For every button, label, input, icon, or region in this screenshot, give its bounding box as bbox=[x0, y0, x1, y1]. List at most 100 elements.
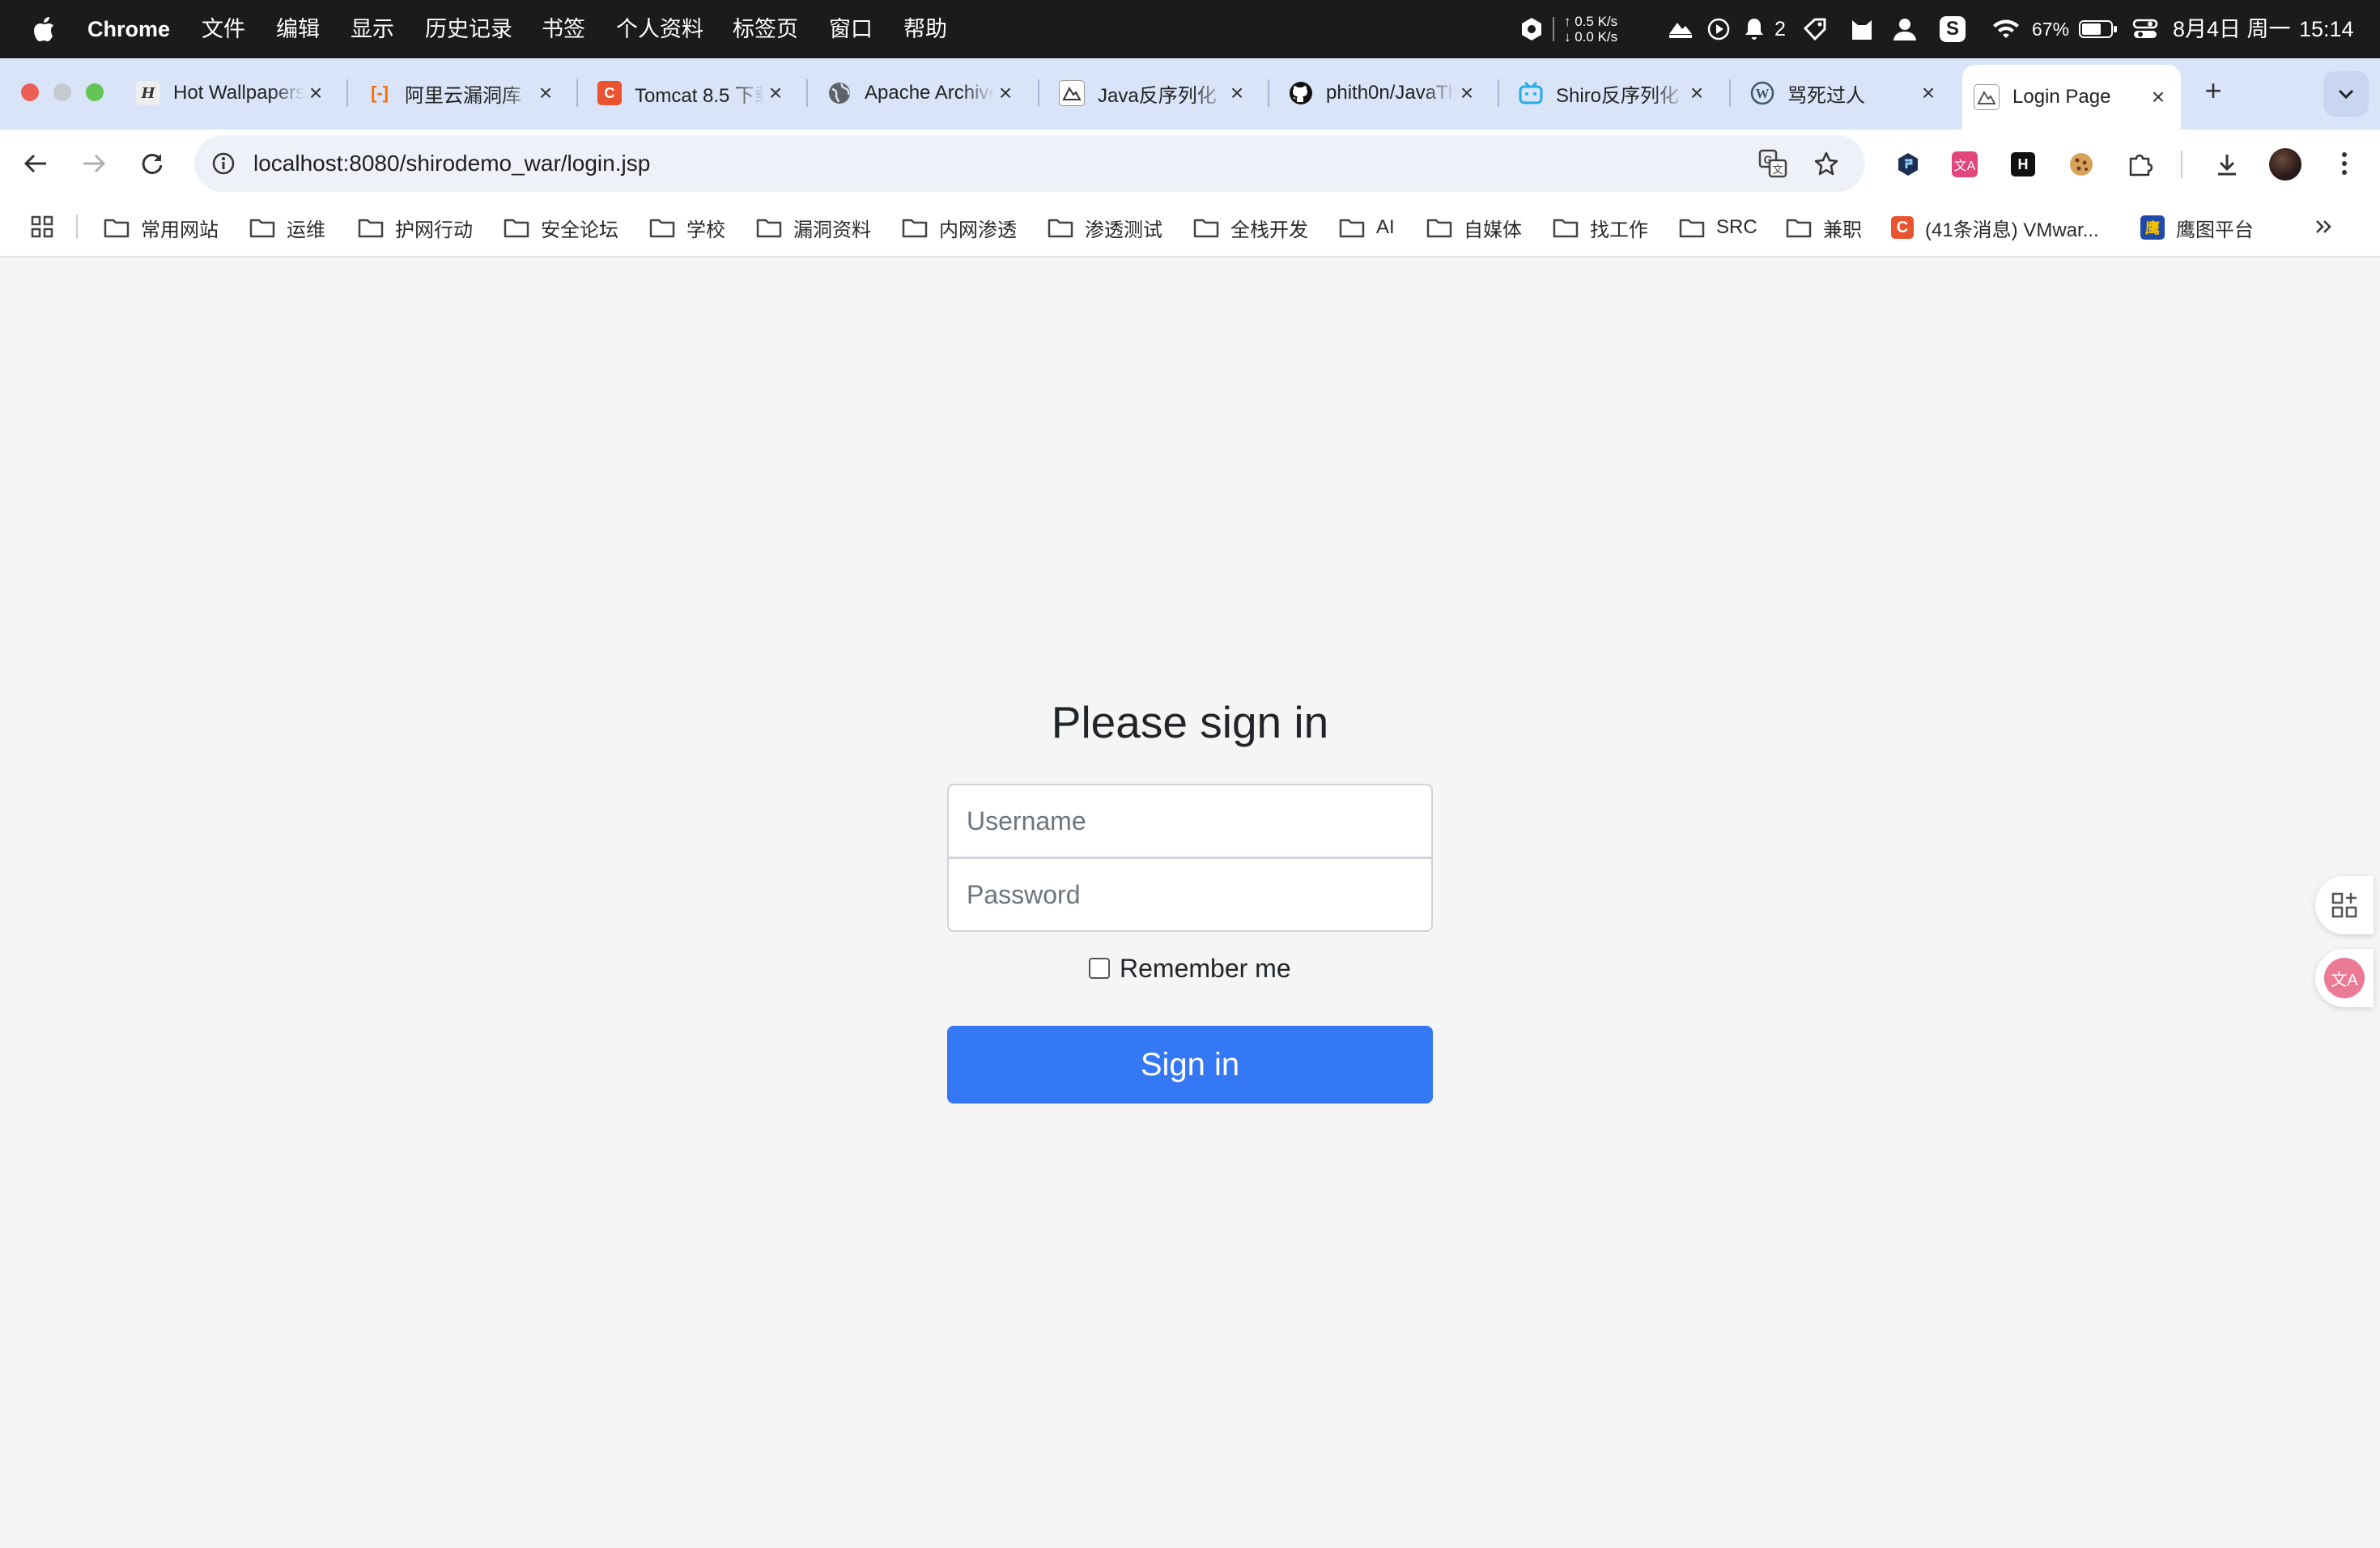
new-tab-plus-icon[interactable]: + bbox=[2197, 74, 2229, 107]
extension-hex-icon[interactable] bbox=[1893, 149, 1923, 180]
page-icon bbox=[1974, 84, 2000, 110]
profile-avatar[interactable] bbox=[2268, 147, 2302, 181]
tab-close-icon[interactable]: × bbox=[534, 80, 557, 106]
remember-me-label[interactable]: Remember me bbox=[1120, 954, 1291, 984]
hexagon-status-icon[interactable] bbox=[1520, 0, 1543, 58]
bookmark-link[interactable]: C (41条消息) VMwar... bbox=[1891, 209, 2099, 246]
tab-close-icon[interactable]: × bbox=[304, 80, 327, 106]
app-menu-chrome[interactable]: Chrome bbox=[87, 0, 170, 58]
wordpress-icon: W bbox=[1750, 81, 1774, 105]
tab-aliyun-vuln[interactable]: [-] 阿里云漏洞库 × bbox=[356, 66, 568, 120]
apps-grid-icon[interactable] bbox=[28, 212, 57, 241]
side-translate-icon[interactable]: 文A bbox=[2315, 949, 2374, 1007]
tab-tomcat[interactable]: C Tomcat 8.5 下载 × bbox=[586, 66, 798, 120]
tag-status-icon[interactable] bbox=[1802, 0, 1828, 58]
bookmark-folder[interactable]: 漏洞资料 bbox=[756, 209, 871, 246]
menu-profiles[interactable]: 个人资料 bbox=[616, 0, 703, 58]
tab-shiro-bilibili[interactable]: Shiro反序列化 × bbox=[1507, 66, 1719, 120]
tab-close-icon[interactable]: × bbox=[1917, 80, 1940, 106]
tab-close-icon[interactable]: × bbox=[1685, 80, 1708, 106]
forward-arrow-icon[interactable] bbox=[76, 147, 112, 180]
more-menu-icon[interactable] bbox=[2328, 147, 2361, 180]
bell-icon[interactable] bbox=[1744, 0, 1765, 58]
download-icon[interactable] bbox=[2212, 149, 2242, 180]
bookmark-folder[interactable]: 渗透测试 bbox=[1048, 209, 1162, 246]
menu-window[interactable]: 窗口 bbox=[829, 0, 873, 58]
bookmark-folder[interactable]: SRC bbox=[1679, 209, 1757, 246]
bookmark-folder[interactable]: 安全论坛 bbox=[504, 209, 618, 246]
time-label[interactable]: 15:14 bbox=[2299, 0, 2354, 58]
menu-help[interactable]: 帮助 bbox=[903, 0, 947, 58]
menu-view[interactable]: 显示 bbox=[351, 0, 394, 58]
site-info-icon[interactable] bbox=[207, 147, 240, 180]
date-label[interactable]: 8月4日 周一 bbox=[2173, 0, 2291, 58]
bookmark-folder[interactable]: 运维 bbox=[249, 209, 325, 246]
bookmark-link[interactable]: 鹰鹰图平台 bbox=[2140, 209, 2254, 246]
tab-login-page[interactable]: Login Page × bbox=[1962, 65, 2181, 130]
url-text[interactable]: localhost:8080/shirodemo_war/login.jsp bbox=[253, 146, 650, 181]
s-app-icon[interactable]: S bbox=[1940, 0, 1966, 58]
battery-icon[interactable] bbox=[2079, 0, 2118, 58]
tab-close-icon[interactable]: × bbox=[2147, 84, 2170, 110]
menu-file[interactable]: 文件 bbox=[202, 0, 245, 58]
extension-translate-icon[interactable]: 文A bbox=[1949, 149, 1980, 180]
bookmark-folder[interactable]: 兼职 bbox=[1786, 209, 1862, 246]
tab-close-icon[interactable]: × bbox=[764, 80, 787, 106]
menu-history[interactable]: 历史记录 bbox=[425, 0, 512, 58]
tab-search-chevron-icon[interactable] bbox=[2323, 71, 2369, 117]
folder-icon bbox=[1426, 219, 1452, 238]
bookmark-folder[interactable]: 常用网站 bbox=[104, 209, 219, 246]
menu-bookmarks[interactable]: 书签 bbox=[542, 0, 585, 58]
extension-cookie-icon[interactable] bbox=[2066, 149, 2097, 180]
window-minimize-button[interactable] bbox=[53, 83, 71, 101]
bookmark-folder[interactable]: 内网渗透 bbox=[902, 209, 1017, 246]
cloud-status-icon[interactable] bbox=[1666, 0, 1695, 58]
tab-separator bbox=[346, 79, 348, 107]
bookmark-label: 渗透测试 bbox=[1085, 219, 1162, 241]
reload-icon[interactable] bbox=[134, 147, 170, 180]
bookmark-folder[interactable]: 学校 bbox=[649, 209, 725, 246]
remember-me-row[interactable]: Remember me bbox=[1089, 951, 1291, 985]
bookmark-folder[interactable]: 自媒体 bbox=[1426, 209, 1522, 246]
bookmark-star-icon[interactable] bbox=[1810, 147, 1842, 180]
password-input[interactable] bbox=[947, 857, 1433, 932]
bookmark-label: 内网渗透 bbox=[939, 219, 1017, 241]
menu-tab[interactable]: 标签页 bbox=[733, 0, 798, 58]
tab-apache-archive[interactable]: Apache Archive × bbox=[816, 66, 1028, 120]
bookmark-folder[interactable]: 护网行动 bbox=[358, 209, 473, 246]
extension-h-icon[interactable]: H bbox=[2008, 149, 2038, 180]
bookmarks-overflow-icon[interactable] bbox=[2309, 212, 2338, 241]
svg-text:W: W bbox=[1756, 86, 1770, 101]
wifi-icon[interactable] bbox=[1991, 0, 2021, 58]
cat-status-icon[interactable] bbox=[1851, 0, 1873, 58]
user-status-icon[interactable] bbox=[1891, 0, 1919, 58]
back-arrow-icon[interactable] bbox=[18, 147, 53, 180]
bookmark-label: 鹰图平台 bbox=[2176, 219, 2254, 241]
sign-in-button[interactable]: Sign in bbox=[947, 1026, 1433, 1104]
bookmark-folder[interactable]: 全栈开发 bbox=[1193, 209, 1308, 246]
tab-close-icon[interactable]: × bbox=[1456, 80, 1478, 106]
window-zoom-button[interactable] bbox=[86, 83, 104, 101]
control-center-icon[interactable] bbox=[2132, 0, 2158, 58]
tab-title: 骂死过人 bbox=[1787, 84, 1865, 107]
tab-close-icon[interactable]: × bbox=[994, 80, 1017, 106]
translate-icon[interactable]: G文 bbox=[1757, 147, 1789, 180]
tab-hot-wallpapers[interactable]: H Hot Wallpapers × bbox=[125, 66, 338, 120]
tab-close-icon[interactable]: × bbox=[1226, 80, 1248, 106]
menu-edit[interactable]: 编辑 bbox=[276, 0, 320, 58]
aliyun-icon: [-] bbox=[371, 83, 389, 103]
extensions-puzzle-icon[interactable] bbox=[2124, 149, 2155, 180]
tab-wordpress[interactable]: W 骂死过人 × bbox=[1739, 66, 1951, 120]
bookmark-folder[interactable]: 找工作 bbox=[1553, 209, 1648, 246]
battery-percent: 67% bbox=[2032, 18, 2070, 40]
apple-menu-icon[interactable] bbox=[32, 0, 55, 58]
tab-java-deserialization[interactable]: Java反序列化 × bbox=[1048, 66, 1260, 120]
username-input[interactable] bbox=[947, 784, 1433, 858]
bookmark-folder[interactable]: AI bbox=[1339, 209, 1395, 246]
side-qr-tool-icon[interactable] bbox=[2315, 876, 2374, 934]
window-close-button[interactable] bbox=[21, 83, 39, 101]
remember-me-checkbox[interactable] bbox=[1089, 958, 1110, 979]
wallpaper-icon: H bbox=[136, 81, 160, 105]
tab-github-javathings[interactable]: phith0n/JavaThings × bbox=[1277, 66, 1490, 120]
play-status-icon[interactable] bbox=[1706, 0, 1731, 58]
